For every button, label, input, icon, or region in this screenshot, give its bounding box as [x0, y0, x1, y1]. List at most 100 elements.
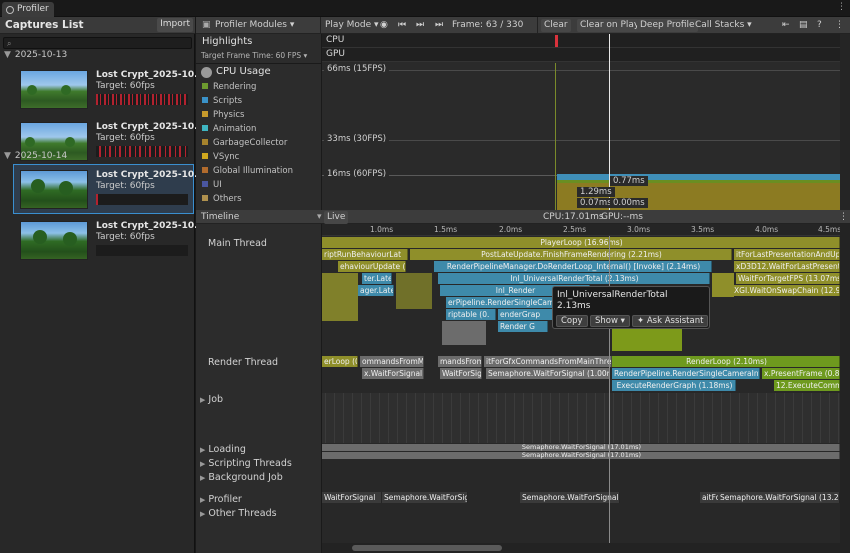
- sample-post-late-update[interactable]: PostLateUpdate.FinishFrameRendering (2.2…: [410, 249, 732, 260]
- capture-item[interactable]: Lost Crypt_2025-10... Target: 60fps: [14, 216, 204, 266]
- capture-thumbnail: [20, 221, 88, 260]
- sample-rt-render-loop-2[interactable]: RenderLoop (2.10ms): [612, 356, 840, 367]
- sample-rt-wait[interactable]: x.WaitForSignal: [362, 368, 424, 379]
- settings-menu-icon[interactable]: ⋮: [832, 19, 847, 32]
- value-077: 0.77ms: [610, 176, 648, 186]
- sample-render-single-camera[interactable]: erPipeline.RenderSingleCamera: [446, 297, 558, 308]
- sample-rt-present[interactable]: x.PresentFrame (0.88: [762, 368, 840, 379]
- clear-on-play-button[interactable]: Clear on Play: [577, 19, 643, 32]
- current-frame-button[interactable]: ⏭: [432, 19, 446, 32]
- thread-background-job[interactable]: ▶ Background Job: [200, 472, 283, 483]
- thread-loading[interactable]: ▶ Loading: [200, 444, 246, 455]
- thread-scripting[interactable]: ▶ Scripting Threads: [200, 458, 292, 469]
- marker-16ms: 16ms (60FPS): [324, 169, 390, 179]
- clear-button[interactable]: Clear: [541, 19, 571, 32]
- capture-name: Lost Crypt_2025-10...: [96, 70, 205, 80]
- sample-swap-chain[interactable]: XGI.WaitOnSwapChain (12.93ms: [732, 285, 840, 296]
- sample-profiler-wait[interactable]: WaitForSignal: [322, 492, 382, 503]
- play-mode-dropdown[interactable]: Play Mode ▾: [322, 19, 382, 32]
- sample-rt-wait-2[interactable]: WaitForSignal: [440, 368, 482, 379]
- timeline-header: Timeline ▾ Live CPU:17.01ms GPU:--ms ⋮: [196, 210, 850, 224]
- record-button[interactable]: ◉: [377, 19, 391, 32]
- sample-rt-gfx-commands[interactable]: itForGfxCommandsFromMainThread (1: [484, 356, 612, 367]
- sample-profiler-semaphore-b[interactable]: Semaphore.WaitForSignal (1.75ms): [520, 492, 620, 503]
- sample-wait-presentation[interactable]: itForLastPresentationAndUpdate: [734, 249, 840, 260]
- import-button[interactable]: Import: [157, 18, 193, 32]
- sample-behaviour-update[interactable]: ehaviourUpdate (0.5: [338, 261, 406, 272]
- time-ruler[interactable]: 1.0ms 1.5ms 2.0ms 2.5ms 3.0ms 3.5ms 4.0m…: [322, 224, 841, 236]
- call-stacks-dropdown[interactable]: Call Stacks ▾: [692, 19, 755, 32]
- sample-loading-semaphore-2[interactable]: Semaphore.WaitForSignal (17.01ms): [322, 452, 840, 459]
- ask-assistant-button[interactable]: ✦ Ask Assistant: [632, 315, 709, 327]
- cpu-graph[interactable]: CPU GPU 66ms (15FPS) 33ms (30FPS) 16ms (…: [322, 34, 840, 210]
- timeline-horizontal-scrollbar[interactable]: [322, 543, 840, 553]
- thread-profiler[interactable]: ▶ Profiler: [200, 494, 242, 505]
- highlights-module[interactable]: Highlights Target Frame Time: 60 FPS ▾: [196, 34, 322, 64]
- legend-global-illumination[interactable]: Global Illumination: [202, 166, 293, 176]
- tooltip-sample-time: 2.13ms: [557, 301, 591, 311]
- sample-late-2[interactable]: ager.Late: [358, 285, 394, 296]
- search-icon: ⌕: [7, 39, 12, 48]
- view-dropdown-arrow-icon[interactable]: ▾: [314, 211, 325, 224]
- sample-rt-commands[interactable]: ommandsFromMai: [360, 356, 424, 367]
- capture-item-selected[interactable]: Lost Crypt_2025-10... Target: 60fps: [13, 164, 204, 214]
- sample-riptable[interactable]: riptable (0.: [446, 309, 496, 320]
- sample-profiler-semaphore-c[interactable]: Semaphore.WaitForSignal (13.29ms): [718, 492, 840, 503]
- capture-item[interactable]: Lost Crypt_2025-10... Target: 60fps: [14, 65, 204, 115]
- sample-gfx-d3d12[interactable]: xD3D12.WaitForLastPresent (: [734, 261, 840, 272]
- sample-rt-render-loop[interactable]: erLoop (0.: [322, 356, 358, 367]
- legend-vsync[interactable]: VSync: [202, 152, 239, 162]
- copy-button[interactable]: Copy: [556, 315, 588, 327]
- profiler-modules-dropdown[interactable]: Profiler Modules ▾: [212, 19, 297, 32]
- target-frame-dropdown[interactable]: Target Frame Time: 60 FPS ▾: [201, 51, 307, 60]
- sample-profiler-semaphore-a[interactable]: Semaphore.WaitForSignal (0.84m: [382, 492, 468, 503]
- collapse-arrow-icon: ▼: [4, 151, 11, 161]
- sample-rt-execute-command[interactable]: 12.ExecuteComman: [774, 380, 840, 391]
- sample-rt-single-camera[interactable]: RenderPipeline.RenderSingleCameraInterna…: [612, 368, 760, 379]
- timeline-flame-chart[interactable]: PlayerLoop (16.96ms) riptRunBehaviourLat…: [322, 236, 840, 553]
- help-icon[interactable]: ?: [814, 19, 825, 32]
- sample-universal-render-total[interactable]: Inl_UniversalRenderTotal (2.13ms): [438, 273, 710, 284]
- sample-late[interactable]: ter.Late: [362, 273, 392, 284]
- sample-loading-semaphore[interactable]: Semaphore.WaitForSignal (17.01ms): [322, 444, 840, 451]
- prev-frame-button[interactable]: ⏮: [395, 19, 409, 32]
- sample-rt-commands-2[interactable]: mandsFromM: [438, 356, 482, 367]
- legend-physics[interactable]: Physics: [202, 110, 244, 120]
- thread-job[interactable]: ▶ Job: [200, 394, 223, 405]
- timeline-scrollbar[interactable]: [840, 224, 850, 553]
- thread-render[interactable]: Render Thread: [208, 357, 278, 368]
- captures-search-input[interactable]: ⌕: [3, 37, 192, 49]
- sample-playerloop[interactable]: PlayerLoop (16.96ms): [322, 237, 840, 248]
- thread-other[interactable]: ▶ Other Threads: [200, 508, 277, 519]
- save-icon[interactable]: ▤: [796, 19, 811, 32]
- live-button[interactable]: Live: [324, 211, 349, 224]
- legend-ui[interactable]: UI: [202, 180, 222, 190]
- show-dropdown[interactable]: Show ▾: [590, 315, 630, 327]
- legend-scripts[interactable]: Scripts: [202, 96, 242, 106]
- profiler-tab[interactable]: Profiler: [2, 2, 54, 18]
- sample-render-pipeline[interactable]: RenderPipelineManager.DoRenderLoop_Inter…: [434, 261, 712, 272]
- legend-rendering[interactable]: Rendering: [202, 82, 256, 92]
- window-tab-bar: Profiler ⋮: [0, 0, 850, 18]
- window-menu-icon[interactable]: ⋮: [837, 2, 846, 12]
- graph-scrollbar[interactable]: [840, 34, 850, 210]
- sample-render-g[interactable]: Render G: [498, 321, 548, 332]
- sample-render-graph[interactable]: enderGrap: [498, 309, 554, 320]
- legend-animation[interactable]: Animation: [202, 124, 256, 134]
- sample-wait-target-fps[interactable]: WaitForTargetFPS (13.07ms): [736, 273, 840, 284]
- sample-run-behaviour[interactable]: riptRunBehaviourLat: [322, 249, 408, 260]
- date-group-header[interactable]: ▼ 2025-10-13: [4, 50, 67, 62]
- thread-list: Main Thread Render Thread ▶ Job ▶ Loading …: [196, 224, 322, 553]
- scroll-thumb[interactable]: [352, 545, 502, 551]
- load-icon[interactable]: ⇤: [779, 19, 793, 32]
- date-group-header[interactable]: ▼ 2025-10-14: [4, 151, 67, 163]
- timeline-menu-icon[interactable]: ⋮: [836, 211, 850, 224]
- sample-rt-execute-render-graph[interactable]: ExecuteRenderGraph (1.18ms): [612, 380, 736, 391]
- legend-others[interactable]: Others: [202, 194, 242, 204]
- next-frame-button[interactable]: ⏭: [413, 19, 427, 32]
- deep-profile-button[interactable]: Deep Profile: [637, 19, 698, 32]
- legend-garbage-collector[interactable]: GarbageCollector: [202, 138, 287, 148]
- view-dropdown[interactable]: Timeline: [198, 211, 242, 224]
- thread-main[interactable]: Main Thread: [208, 238, 267, 249]
- sample-rt-semaphore[interactable]: Semaphore.WaitForSignal (1.00ms): [486, 368, 610, 379]
